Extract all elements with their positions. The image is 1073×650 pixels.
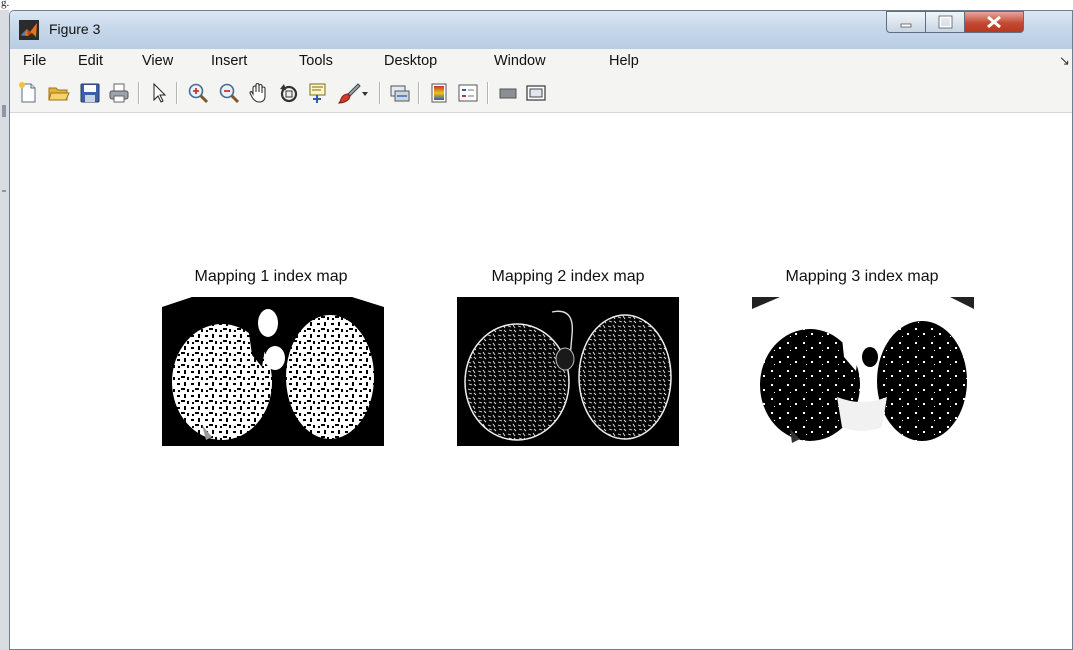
window-title: Figure 3 [49, 21, 101, 37]
open-file-icon[interactable] [47, 81, 71, 105]
save-icon[interactable] [78, 81, 102, 105]
legend-icon[interactable] [456, 81, 480, 105]
show-plot-tools-icon[interactable] [524, 81, 548, 105]
title-bar[interactable]: Figure 3 [10, 11, 1072, 49]
brush-dropdown-icon[interactable] [359, 81, 371, 105]
print-icon[interactable] [107, 81, 131, 105]
figure-window: Figure 3 File Edit View Insert Tools Des… [9, 10, 1073, 650]
minimize-icon [900, 23, 912, 28]
axes-2-title: Mapping 2 index map [491, 268, 645, 285]
background-window-strip [0, 10, 9, 650]
maximize-icon [938, 15, 953, 29]
link-plot-icon[interactable] [388, 81, 412, 105]
menu-edit[interactable]: Edit [78, 53, 103, 69]
mapping-2-image[interactable] [457, 297, 679, 446]
minimize-button[interactable] [886, 11, 926, 33]
menu-insert[interactable]: Insert [211, 53, 247, 69]
menu-bar: File Edit View Insert Tools Desktop Wind… [10, 49, 1072, 74]
new-figure-icon[interactable] [16, 81, 40, 105]
mapping-1-image[interactable] [162, 297, 384, 446]
axes-1-title: Mapping 1 index map [194, 268, 348, 285]
colorbar-icon[interactable] [427, 81, 451, 105]
menu-view[interactable]: View [142, 53, 173, 69]
brush-icon[interactable] [337, 81, 361, 105]
pointer-icon[interactable] [147, 81, 171, 105]
menu-file[interactable]: File [23, 53, 46, 69]
axes-3-title: Mapping 3 index map [785, 268, 939, 285]
matlab-logo-icon [19, 20, 39, 40]
menu-help[interactable]: Help [609, 53, 639, 69]
menu-overflow-icon[interactable]: ↘ [1059, 53, 1070, 69]
close-icon [987, 15, 1001, 29]
maximize-button[interactable] [925, 11, 965, 33]
menu-tools[interactable]: Tools [299, 53, 333, 69]
data-cursor-icon[interactable] [307, 81, 331, 105]
hide-plot-tools-icon[interactable] [496, 81, 520, 105]
menu-window[interactable]: Window [494, 53, 546, 69]
close-button[interactable] [964, 11, 1024, 33]
figure-caption-fragment: g. [1, 0, 10, 9]
toolbar [10, 74, 1072, 113]
rotate-3d-icon[interactable] [277, 81, 301, 105]
mapping-3-image[interactable] [752, 297, 974, 446]
pan-hand-icon[interactable] [247, 81, 271, 105]
menu-desktop[interactable]: Desktop [384, 53, 437, 69]
zoom-out-icon[interactable] [217, 81, 241, 105]
zoom-in-icon[interactable] [186, 81, 210, 105]
